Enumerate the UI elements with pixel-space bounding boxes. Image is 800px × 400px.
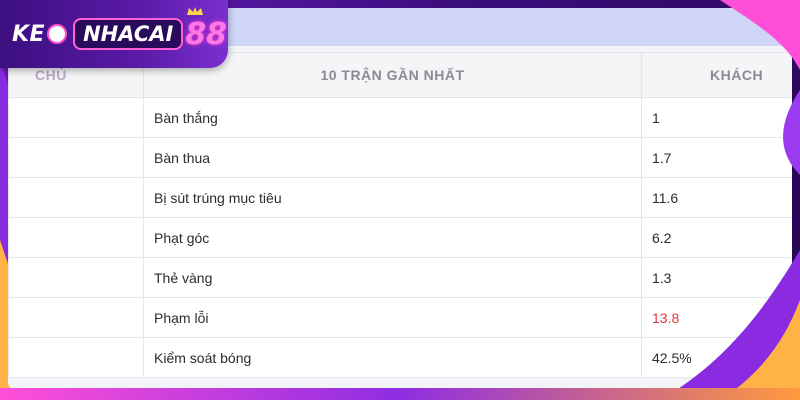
logo-wordmark: KE NHACAI 88 bbox=[12, 14, 227, 54]
stat-label: Bị sút trúng mục tiêu bbox=[143, 177, 642, 218]
table-row: Bị sút trúng mục tiêu 11.6 bbox=[8, 177, 792, 218]
logo-text-nhacai: NHACAI bbox=[73, 18, 184, 50]
away-value: 6.2 bbox=[641, 217, 792, 258]
stat-label: Thẻ vàng bbox=[143, 257, 642, 298]
away-value: 1.7 bbox=[641, 137, 792, 178]
table-row: Phạm lỗi 13.8 bbox=[8, 297, 792, 338]
table-row: Bàn thắng 1 bbox=[8, 97, 792, 138]
logo-text-88: 88 bbox=[185, 16, 228, 52]
table-row: Thẻ vàng 1.3 bbox=[8, 257, 792, 298]
home-value-cell bbox=[8, 137, 144, 178]
home-value-cell bbox=[8, 337, 144, 378]
away-value: 42.5% bbox=[641, 337, 792, 378]
away-value-highlighted: 13.8 bbox=[641, 297, 792, 338]
stat-label: Bàn thắng bbox=[143, 97, 642, 138]
stat-label: Bàn thua bbox=[143, 137, 642, 178]
stat-label: Phạt góc bbox=[143, 217, 642, 258]
stat-label: Kiểm soát bóng bbox=[143, 337, 642, 378]
stats-table-wrapper: CHỦ 10 TRẬN GẦN NHẤT KHÁCH Bàn thắng 1 B… bbox=[8, 52, 792, 378]
brand-logo[interactable]: KE NHACAI 88 bbox=[0, 0, 228, 68]
table-row: Bàn thua 1.7 bbox=[8, 137, 792, 178]
logo-text-ke: KE bbox=[12, 21, 46, 47]
stats-table: CHỦ 10 TRẬN GẦN NHẤT KHÁCH Bàn thắng 1 B… bbox=[8, 52, 792, 378]
table-row: Phạt góc 6.2 bbox=[8, 217, 792, 258]
home-value-cell bbox=[8, 97, 144, 138]
home-value-cell bbox=[8, 297, 144, 338]
soccer-ball-icon bbox=[47, 24, 68, 44]
away-value: 1 bbox=[641, 97, 792, 138]
away-value: 1.3 bbox=[641, 257, 792, 298]
home-value-cell bbox=[8, 177, 144, 218]
column-header-away: KHÁCH bbox=[641, 52, 792, 98]
table-row: Kiểm soát bóng 42.5% bbox=[8, 337, 792, 378]
stat-label: Phạm lỗi bbox=[143, 297, 642, 338]
home-value-cell bbox=[8, 217, 144, 258]
home-value-cell bbox=[8, 257, 144, 298]
bottom-decorative-bar bbox=[0, 388, 800, 400]
away-value: 11.6 bbox=[641, 177, 792, 218]
